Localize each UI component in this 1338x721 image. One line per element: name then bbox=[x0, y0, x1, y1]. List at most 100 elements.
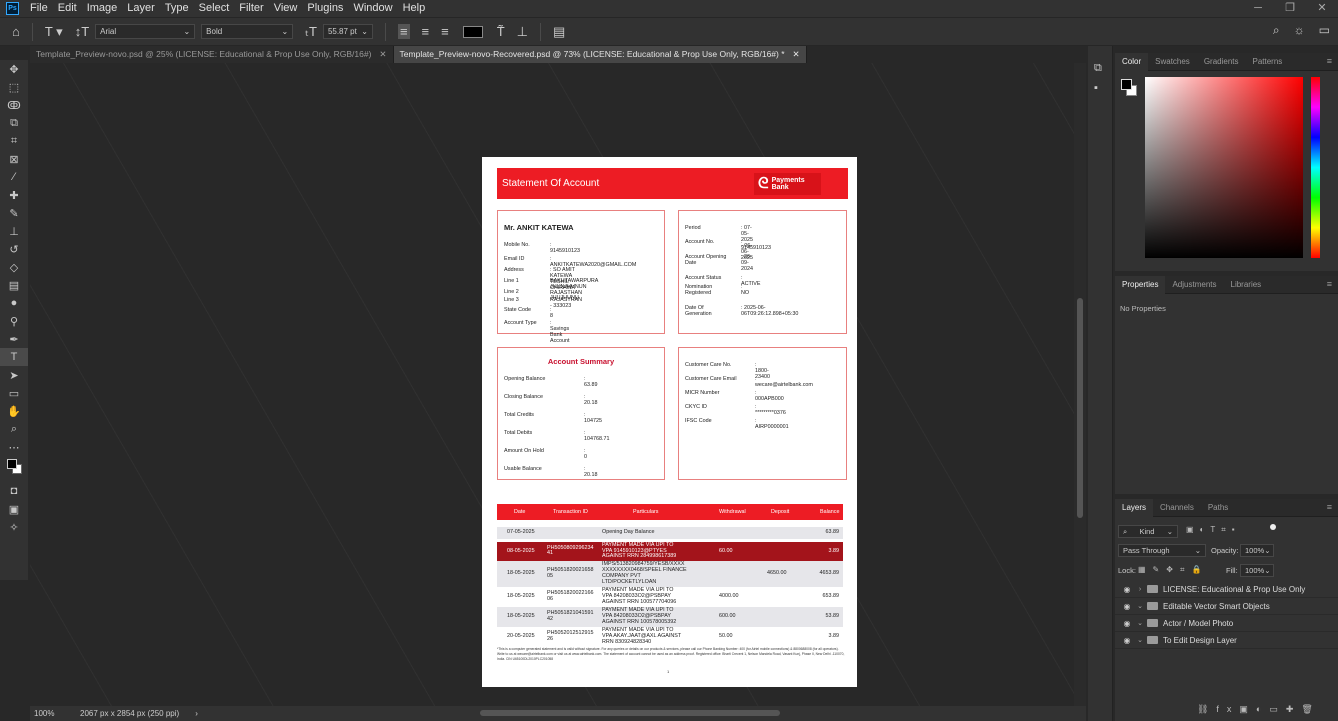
brush-tool-icon[interactable]: ✎ bbox=[0, 204, 28, 222]
close-icon[interactable]: ✕ bbox=[1306, 0, 1338, 17]
align-left-icon[interactable]: ≡ bbox=[397, 24, 410, 39]
history-panel-icon[interactable]: ⧉ bbox=[1094, 62, 1102, 75]
align-right-icon[interactable]: ≡ bbox=[441, 24, 449, 39]
eye-icon[interactable]: ◉ bbox=[1119, 602, 1135, 611]
font-style-select[interactable]: Bold ⌄ bbox=[201, 24, 294, 39]
generative-icon[interactable]: ✧ bbox=[0, 518, 28, 536]
tab-patterns[interactable]: Patterns bbox=[1246, 53, 1290, 71]
panel-menu-icon[interactable]: ≡ bbox=[1327, 56, 1332, 66]
healing-brush-icon[interactable]: ✚ bbox=[0, 186, 28, 204]
fill-field[interactable]: 100% ⌄ bbox=[1240, 564, 1274, 577]
dodge-tool-icon[interactable]: ⚲ bbox=[0, 312, 28, 330]
menu-image[interactable]: Image bbox=[82, 0, 123, 17]
menu-layer[interactable]: Layer bbox=[122, 0, 160, 17]
stamp-tool-icon[interactable]: ⊥ bbox=[0, 222, 28, 240]
tab-libraries[interactable]: Libraries bbox=[1224, 276, 1269, 294]
tab-channels[interactable]: Channels bbox=[1153, 499, 1201, 517]
quick-mask-icon[interactable]: ◘ bbox=[0, 482, 28, 500]
align-center-icon[interactable]: ≡ bbox=[422, 24, 430, 39]
zoom-level[interactable]: 100% bbox=[34, 709, 68, 718]
layer-filter-icons[interactable]: ▣◐T⌗▪ bbox=[1186, 525, 1241, 535]
photoshop-logo[interactable]: Ps bbox=[6, 2, 19, 15]
marquee-tool-icon[interactable]: ⬚ bbox=[0, 78, 28, 96]
workspace-icon[interactable]: ▭ bbox=[1319, 23, 1330, 38]
tab-paths[interactable]: Paths bbox=[1201, 499, 1235, 517]
layer-row[interactable]: ◉ ⌄ Actor / Model Photo bbox=[1115, 615, 1338, 632]
blend-mode-select[interactable]: Pass Through ⌄ bbox=[1118, 544, 1206, 557]
tab-properties[interactable]: Properties bbox=[1115, 275, 1166, 294]
tab-swatches[interactable]: Swatches bbox=[1148, 53, 1197, 71]
hue-slider[interactable] bbox=[1311, 77, 1320, 258]
tab-adjustments[interactable]: Adjustments bbox=[1165, 276, 1223, 294]
eraser-tool-icon[interactable]: ◇ bbox=[0, 258, 28, 276]
layers-footer-icons[interactable]: ⛓fx▣◐▭✚🗑 bbox=[1197, 704, 1321, 715]
layer-row[interactable]: ◉ ⌄ Editable Vector Smart Objects bbox=[1115, 598, 1338, 615]
eyedropper-tool-icon[interactable]: ⁄ bbox=[0, 168, 28, 186]
chevron-icon[interactable]: ⌄ bbox=[1135, 602, 1145, 610]
eye-icon[interactable]: ◉ bbox=[1119, 619, 1135, 628]
character-panel-icon[interactable]: ▤ bbox=[553, 24, 565, 40]
type-tool-preset-icon[interactable]: T ▾ bbox=[45, 24, 63, 40]
close-icon[interactable]: ✕ bbox=[793, 46, 800, 63]
rectangle-tool-icon[interactable]: ▭ bbox=[0, 384, 28, 402]
screen-mode-icon[interactable]: ▣ bbox=[0, 500, 28, 518]
panel-menu-icon[interactable]: ≡ bbox=[1327, 279, 1332, 289]
object-select-tool-icon[interactable]: ⧉ bbox=[0, 114, 28, 132]
color-picker-field[interactable] bbox=[1145, 77, 1303, 258]
eye-icon[interactable]: ◉ bbox=[1119, 585, 1135, 594]
tab-gradients[interactable]: Gradients bbox=[1197, 53, 1246, 71]
foreground-color[interactable] bbox=[7, 459, 17, 469]
chevron-icon[interactable]: ⌄ bbox=[1135, 636, 1145, 644]
panel-menu-icon[interactable]: ≡ bbox=[1327, 502, 1332, 512]
menu-help[interactable]: Help bbox=[398, 0, 431, 17]
tab-document-1[interactable]: Template_Preview-novo.psd @ 25% (LICENSE… bbox=[30, 46, 394, 63]
comments-panel-icon[interactable]: ▪ bbox=[1094, 82, 1098, 94]
move-tool-icon[interactable]: ✥ bbox=[0, 60, 28, 78]
menu-type[interactable]: Type bbox=[160, 0, 194, 17]
opacity-field[interactable]: 100% ⌄ bbox=[1240, 544, 1274, 557]
layer-row[interactable]: ◉ ⌄ To Edit Design Layer bbox=[1115, 632, 1338, 649]
eye-icon[interactable]: ◉ bbox=[1119, 636, 1135, 645]
menu-filter[interactable]: Filter bbox=[234, 0, 268, 17]
lock-icons[interactable]: ▦✎✥⌗🔒 bbox=[1138, 565, 1208, 575]
gradient-tool-icon[interactable]: ▤ bbox=[0, 276, 28, 294]
chevron-icon[interactable]: › bbox=[1135, 586, 1145, 593]
lasso-tool-icon[interactable]: ↂ bbox=[0, 96, 28, 114]
hand-tool-icon[interactable]: ✋ bbox=[0, 402, 28, 420]
blur-tool-icon[interactable]: ● bbox=[0, 294, 28, 312]
filter-toggle-icon[interactable] bbox=[1270, 524, 1276, 530]
lightbulb-icon[interactable]: ☼ bbox=[1294, 23, 1305, 38]
menu-file[interactable]: File bbox=[25, 0, 53, 17]
canvas-area[interactable]: Statement Of Account ᘓ Payments Bank Mr. … bbox=[30, 63, 1086, 706]
font-family-select[interactable]: Arial ⌄ bbox=[95, 24, 196, 39]
color-swatches[interactable] bbox=[4, 458, 24, 476]
search-icon[interactable]: ⌕ bbox=[1273, 23, 1280, 38]
close-icon[interactable]: ✕ bbox=[379, 46, 386, 63]
tab-document-2[interactable]: Template_Preview-novo-Recovered.psd @ 73… bbox=[393, 46, 807, 63]
more-tools-icon[interactable]: ⋯ bbox=[0, 438, 28, 456]
crop-tool-icon[interactable]: ⌗ bbox=[0, 132, 28, 150]
warp-text-icon[interactable]: T̃ bbox=[497, 24, 505, 39]
minimize-icon[interactable]: ─ bbox=[1242, 0, 1274, 17]
path-select-tool-icon[interactable]: ➤ bbox=[0, 366, 28, 384]
menu-plugins[interactable]: Plugins bbox=[302, 0, 348, 17]
restore-icon[interactable]: ❐ bbox=[1274, 0, 1306, 17]
layer-filter-kind[interactable]: ⌕ Kind ⌄ bbox=[1118, 525, 1178, 538]
tab-layers[interactable]: Layers bbox=[1115, 498, 1154, 517]
history-brush-icon[interactable]: ↺ bbox=[0, 240, 28, 258]
toggle-orientation-icon[interactable]: ↕T bbox=[75, 24, 89, 39]
chevron-right-icon[interactable]: › bbox=[195, 709, 198, 718]
canvas-horizontal-scrollbar[interactable] bbox=[480, 710, 780, 716]
3d-text-icon[interactable]: ⊥ bbox=[517, 24, 528, 40]
text-color-swatch[interactable] bbox=[462, 25, 483, 38]
chevron-icon[interactable]: ⌄ bbox=[1135, 619, 1145, 627]
menu-select[interactable]: Select bbox=[194, 0, 235, 17]
scroll-thumb[interactable] bbox=[1077, 298, 1083, 518]
frame-tool-icon[interactable]: ⊠ bbox=[0, 150, 28, 168]
zoom-tool-icon[interactable]: ⌕ bbox=[0, 420, 28, 438]
pen-tool-icon[interactable]: ✒ bbox=[0, 330, 28, 348]
menu-window[interactable]: Window bbox=[348, 0, 397, 17]
foreground-color-chip[interactable] bbox=[1121, 79, 1132, 90]
menu-edit[interactable]: Edit bbox=[53, 0, 82, 17]
canvas-vertical-scrollbar[interactable] bbox=[1074, 63, 1086, 706]
